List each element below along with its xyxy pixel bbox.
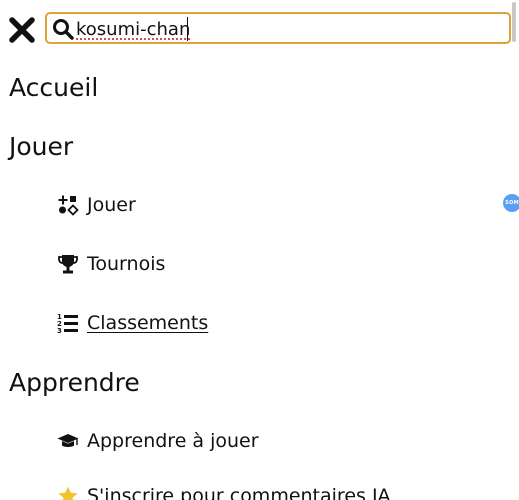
menu-item-label: Tournois	[87, 253, 166, 275]
section-heading-jouer[interactable]: Jouer	[9, 132, 73, 162]
floating-badge[interactable]: SOM	[503, 194, 519, 212]
trophy-icon	[58, 255, 78, 274]
text-caret	[187, 17, 188, 41]
section-heading-apprendre[interactable]: Apprendre	[9, 368, 140, 398]
menu-item-tournois[interactable]: Tournois	[57, 250, 165, 278]
svg-text:3: 3	[57, 327, 62, 334]
menu-item-commentaires-ia[interactable]: S'inscrire pour commentaires IA	[57, 482, 391, 500]
search-bar	[0, 0, 519, 56]
close-icon	[9, 17, 35, 43]
section-heading-accueil[interactable]: Accueil	[9, 73, 98, 103]
star-icon	[58, 486, 78, 500]
scrollbar[interactable]	[512, 2, 516, 42]
close-button[interactable]	[8, 16, 36, 44]
search-menu-panel: Accueil Jouer Jouer Tournois 1 2 3	[0, 0, 519, 500]
search-field[interactable]	[45, 12, 511, 44]
menu-item-label: S'inscrire pour commentaires IA	[87, 485, 391, 500]
menu-item-label: Classements	[87, 312, 209, 334]
graduation-cap-icon	[57, 434, 79, 447]
menu-item-label: Jouer	[87, 194, 136, 216]
ordered-list-icon: 1 2 3	[57, 313, 78, 334]
game-pieces-icon	[58, 195, 79, 216]
menu-item-label: Apprendre à jouer	[87, 430, 259, 452]
search-icon	[53, 19, 74, 40]
menu-item-jouer[interactable]: Jouer	[57, 191, 136, 219]
menu-item-classements[interactable]: 1 2 3 Classements	[57, 309, 208, 337]
search-input[interactable]	[76, 15, 506, 43]
menu-item-apprendre-a-jouer[interactable]: Apprendre à jouer	[57, 427, 259, 455]
